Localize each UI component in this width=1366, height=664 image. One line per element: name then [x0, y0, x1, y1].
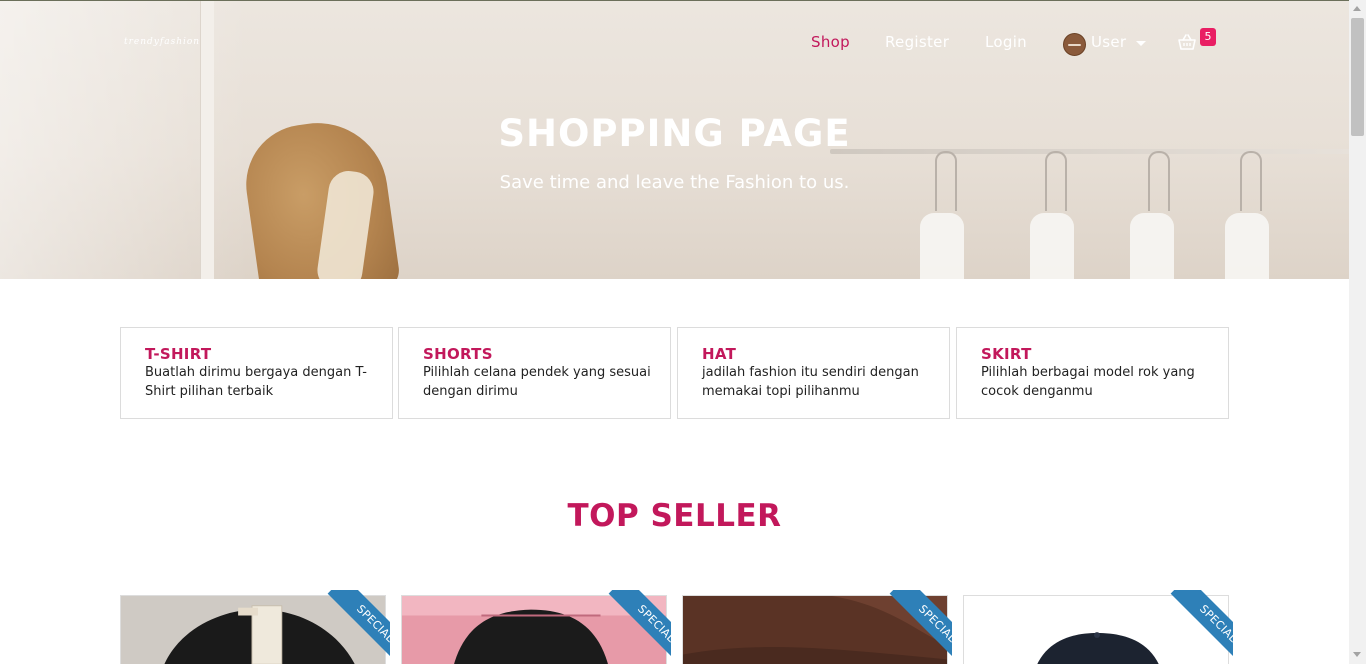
nav-link-login[interactable]: Login: [985, 33, 1027, 51]
user-avatar[interactable]: [1063, 33, 1086, 56]
scrollbar-thumb[interactable]: [1351, 18, 1364, 136]
special-ribbon: SPECIAL: [591, 590, 671, 664]
category-description: Pilihlah celana pendek yang sesuai denga…: [423, 365, 651, 399]
nav-link-shop[interactable]: Shop: [811, 33, 850, 51]
scroll-down-arrow-icon[interactable]: [1353, 652, 1361, 657]
category-card-hat[interactable]: HAT jadilah fashion itu sendiri dengan m…: [677, 327, 950, 419]
category-card-tshirt[interactable]: T-SHIRT Buatlah dirimu bergaya dengan T-…: [120, 327, 393, 419]
category-title: HAT: [702, 345, 737, 363]
category-description: Buatlah dirimu bergaya dengan T-Shirt pi…: [145, 365, 367, 399]
category-title: SHORTS: [423, 345, 493, 363]
special-ribbon-label: SPECIAL: [889, 590, 952, 664]
user-dropdown-toggle[interactable]: User: [1091, 33, 1126, 51]
top-seller-heading: TOP SELLER: [567, 498, 782, 534]
hero-garment: [1030, 213, 1074, 279]
special-ribbon-label: SPECIAL: [327, 590, 390, 664]
special-ribbon-label: SPECIAL: [608, 590, 671, 664]
special-ribbon: SPECIAL: [1153, 590, 1233, 664]
chevron-down-icon: [1136, 41, 1146, 46]
category-description: Pilihlah berbagai model rok yang cocok d…: [981, 365, 1195, 399]
category-title: SKIRT: [981, 345, 1032, 363]
page-subtitle: Save time and leave the Fashion to us.: [499, 172, 850, 193]
nav-link-register[interactable]: Register: [885, 33, 949, 51]
special-ribbon: SPECIAL: [872, 590, 952, 664]
category-description: jadilah fashion itu sendiri dengan memak…: [702, 365, 919, 399]
hero-garment: [1130, 213, 1174, 279]
shopping-basket-icon[interactable]: [1178, 34, 1196, 50]
brand-logo[interactable]: trendyfashion: [124, 37, 200, 47]
category-card-shorts[interactable]: SHORTS Pilihlah celana pendek yang sesua…: [398, 327, 671, 419]
page-title: SHOPPING PAGE: [498, 112, 851, 155]
special-ribbon-label: SPECIAL: [1170, 590, 1233, 664]
navbar: trendyfashion Shop Register Login User 5: [0, 0, 1349, 85]
special-ribbon: SPECIAL: [310, 590, 390, 664]
hero-garment: [1225, 213, 1269, 279]
cart-count-badge: 5: [1200, 28, 1216, 46]
hero-garment: [920, 213, 964, 279]
category-card-skirt[interactable]: SKIRT Pilihlah berbagai model rok yang c…: [956, 327, 1229, 419]
scroll-up-arrow-icon[interactable]: [1353, 6, 1361, 11]
page-scrollbar[interactable]: [1349, 0, 1366, 664]
category-title: T-SHIRT: [145, 345, 212, 363]
